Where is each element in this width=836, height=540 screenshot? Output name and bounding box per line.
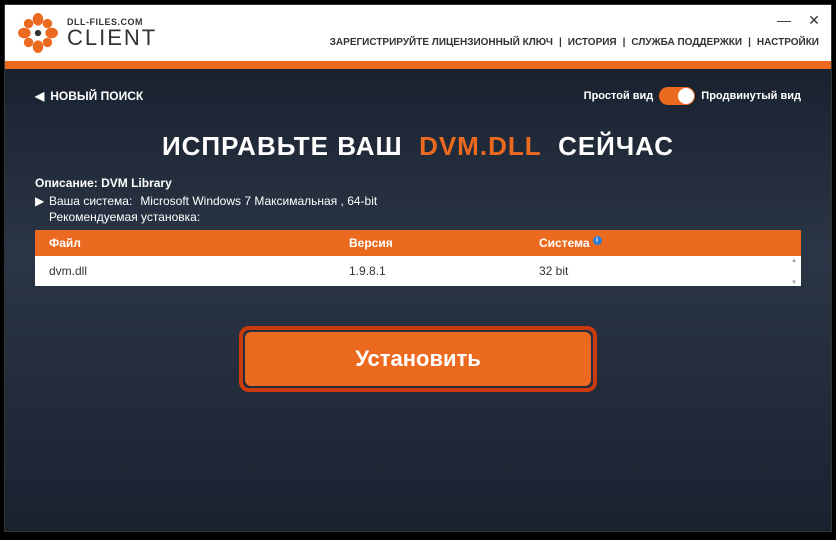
- info-icon[interactable]: i: [593, 236, 602, 245]
- simple-view-label: Простой вид: [584, 90, 654, 102]
- close-button[interactable]: ✕: [807, 13, 821, 27]
- system-label: Ваша система:: [49, 194, 132, 208]
- table-header: Файл Версия Система i: [35, 230, 801, 256]
- brand-icon: [17, 12, 59, 54]
- content-top-row: ◀ НОВЫЙ ПОИСК Простой вид Продвинутый ви…: [5, 69, 831, 115]
- system-row: ▶ Ваша система: Microsoft Windows 7 Макс…: [5, 190, 831, 210]
- cell-system: 32 bit: [539, 264, 787, 278]
- nav-support[interactable]: СЛУЖБА ПОДДЕРЖКИ: [631, 37, 742, 48]
- title-bar: DLL-FILES.COM CLIENT ЗАРЕГИСТРИРУЙТЕ ЛИЦ…: [5, 5, 831, 61]
- scroll-control[interactable]: ▴ ▾: [789, 256, 799, 286]
- nav-register[interactable]: ЗАРЕГИСТРИРУЙТЕ ЛИЦЕНЗИОННЫЙ КЛЮЧ: [330, 37, 553, 48]
- nav-settings[interactable]: НАСТРОЙКИ: [757, 37, 819, 48]
- chevron-up-icon[interactable]: ▴: [792, 256, 796, 264]
- brand-text: DLL-FILES.COM CLIENT: [67, 18, 157, 49]
- description-text: DVM Library: [101, 176, 172, 190]
- header-system: Система i: [539, 236, 787, 250]
- table-row[interactable]: dvm.dll 1.9.8.1 32 bit ▴ ▾: [35, 256, 801, 286]
- results-table: Файл Версия Система i dvm.dll 1.9.8.1 32…: [35, 230, 801, 286]
- advanced-view-label: Продвинутый вид: [701, 90, 801, 102]
- logo: DLL-FILES.COM CLIENT: [17, 12, 157, 54]
- new-search-label: НОВЫЙ ПОИСК: [50, 89, 143, 103]
- app-window: DLL-FILES.COM CLIENT ЗАРЕГИСТРИРУЙТЕ ЛИЦ…: [4, 4, 832, 532]
- headline: ИСПРАВЬТЕ ВАШ DVM.DLL СЕЙЧАС: [5, 115, 831, 176]
- headline-post: СЕЙЧАС: [558, 131, 674, 161]
- description-label: Описание:: [35, 176, 98, 190]
- nav-history[interactable]: ИСТОРИЯ: [568, 37, 617, 48]
- header-version: Версия: [349, 236, 539, 250]
- brand-bottom-line: CLIENT: [67, 27, 157, 49]
- new-search-button[interactable]: ◀ НОВЫЙ ПОИСК: [35, 89, 143, 103]
- cell-version: 1.9.8.1: [349, 264, 539, 278]
- install-button-border: Установить: [239, 326, 597, 392]
- headline-pre: ИСПРАВЬТЕ ВАШ: [162, 131, 403, 161]
- view-toggle: Простой вид Продвинутый вид: [584, 87, 801, 105]
- triangle-right-icon: ▶: [35, 194, 44, 208]
- accent-bar: [5, 61, 831, 69]
- recommended-label: Рекомендуемая установка:: [5, 210, 831, 230]
- install-button[interactable]: Установить: [245, 332, 591, 386]
- toggle-thumb: [678, 88, 694, 104]
- header-file: Файл: [49, 236, 349, 250]
- chevron-down-icon[interactable]: ▾: [792, 278, 796, 286]
- nav-sep: |: [559, 37, 562, 48]
- headline-file: DVM.DLL: [419, 131, 542, 161]
- header-system-label: Система: [539, 236, 590, 250]
- triangle-left-icon: ◀: [35, 89, 44, 103]
- content-area: ◀ НОВЫЙ ПОИСК Простой вид Продвинутый ви…: [5, 69, 831, 531]
- nav-sep: |: [623, 37, 626, 48]
- install-button-wrapper: Установить: [5, 326, 831, 392]
- window-controls: — ✕: [777, 13, 821, 27]
- description-row: Описание: DVM Library: [5, 176, 831, 190]
- nav-sep: |: [748, 37, 751, 48]
- nav-links: ЗАРЕГИСТРИРУЙТЕ ЛИЦЕНЗИОННЫЙ КЛЮЧ | ИСТО…: [330, 37, 819, 48]
- view-toggle-switch[interactable]: [659, 87, 695, 105]
- system-text: Microsoft Windows 7 Максимальная , 64-bi…: [140, 194, 377, 208]
- minimize-button[interactable]: —: [777, 13, 791, 27]
- cell-file: dvm.dll: [49, 264, 349, 278]
